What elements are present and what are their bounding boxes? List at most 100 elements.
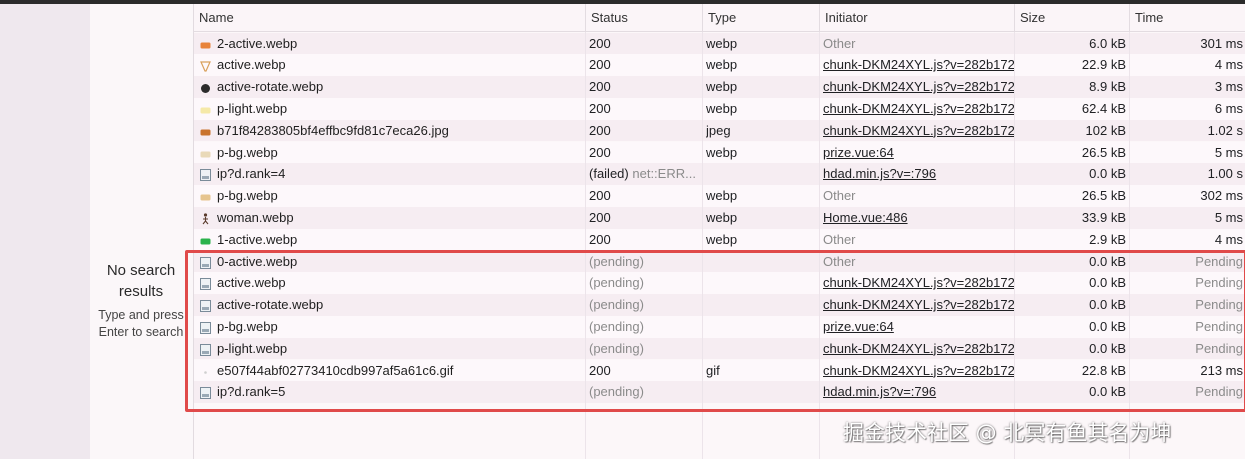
request-size: 62.4 kB xyxy=(1081,100,1126,116)
table-row[interactable]: woman.webp 200 webp Home.vue:486 33.9 kB 5 ms xyxy=(194,206,1245,229)
request-initiator[interactable]: chunk-DKM24XYL.js?v=282b172 xyxy=(823,54,1017,76)
request-time: Pending xyxy=(1195,384,1243,400)
column-header-status[interactable]: Status xyxy=(585,4,702,32)
beige-image-icon xyxy=(200,190,211,201)
request-name[interactable]: p-bg.webp xyxy=(217,316,582,338)
table-row[interactable]: active-rotate.webp (pending) chunk-DKM24XY… xyxy=(194,294,1245,316)
request-name[interactable]: p-bg.webp xyxy=(217,185,582,207)
request-initiator[interactable]: chunk-DKM24XYL.js?v=282b172 xyxy=(823,294,1017,316)
table-row[interactable]: p-light.webp (pending) chunk-DKM24XYL.js?v… xyxy=(194,337,1245,360)
table-row[interactable]: 2-active.webp 200 webp Other 6.0 kB 301 ms xyxy=(194,32,1245,55)
request-size: 2.9 kB xyxy=(1089,231,1126,247)
request-status: (pending) xyxy=(589,384,644,400)
request-type: webp xyxy=(706,209,738,225)
request-name[interactable]: 2-active.webp xyxy=(217,33,582,55)
request-name[interactable]: p-light.webp xyxy=(217,98,582,120)
table-row[interactable]: p-bg.webp 200 webp Other 26.5 kB 302 ms xyxy=(194,185,1245,207)
request-type xyxy=(706,163,816,185)
table-row[interactable]: ip?d.rank=4 (failed) net::ERR... hdad.min.… xyxy=(194,163,1245,186)
table-row[interactable]: 1-active.webp 200 webp Other 2.9 kB 4 ms xyxy=(194,228,1245,251)
document-icon xyxy=(200,168,211,182)
request-status: 200 xyxy=(589,362,611,378)
request-status: 200 xyxy=(589,122,611,138)
column-header-time[interactable]: Time xyxy=(1129,4,1245,32)
request-initiator: Other xyxy=(823,253,856,269)
request-name[interactable]: 0-active.webp xyxy=(217,251,582,273)
light-image-icon xyxy=(200,103,211,114)
search-results-panel: No search results Type and press Enter t… xyxy=(90,4,194,459)
request-name[interactable]: woman.webp xyxy=(217,207,582,229)
request-status: (pending) xyxy=(589,318,644,334)
column-divider xyxy=(702,32,703,459)
photo-image-icon xyxy=(200,125,211,136)
table-row[interactable]: e507f44abf02773410cdb997af5a61c6.gif 200 g… xyxy=(194,359,1245,382)
column-divider xyxy=(1014,32,1015,459)
figure-image-icon xyxy=(200,212,211,225)
request-type: jpeg xyxy=(706,122,731,138)
request-size: 0.0 kB xyxy=(1089,340,1126,356)
request-name[interactable]: ip?d.rank=4 xyxy=(217,163,582,185)
column-header-size[interactable]: Size xyxy=(1014,4,1129,32)
request-size: 0.0 kB xyxy=(1089,275,1126,291)
request-name[interactable]: e507f44abf02773410cdb997af5a61c6.gif xyxy=(217,360,582,382)
table-row[interactable]: p-bg.webp (pending) prize.vue:64 0.0 kB Pend… xyxy=(194,315,1245,338)
request-initiator[interactable]: prize.vue:64 xyxy=(823,316,1017,338)
request-status-code: (failed) xyxy=(589,166,629,182)
request-name[interactable]: active-rotate.webp xyxy=(217,76,582,98)
request-initiator[interactable]: chunk-DKM24XYL.js?v=282b172 xyxy=(823,120,1017,142)
table-row[interactable]: b71f84283805bf4effbc9fd81c7eca26.jpg 200 j… xyxy=(194,119,1245,142)
request-initiator[interactable]: chunk-DKM24XYL.js?v=282b172 xyxy=(823,98,1017,120)
request-initiator[interactable]: chunk-DKM24XYL.js?v=282b172 xyxy=(823,272,1017,294)
request-size: 0.0 kB xyxy=(1089,253,1126,269)
request-status: 200 xyxy=(589,209,611,225)
request-time: 3 ms xyxy=(1214,79,1243,95)
request-initiator: Other xyxy=(823,231,856,247)
request-initiator: Other xyxy=(823,35,856,51)
column-header-type[interactable]: Type xyxy=(702,4,819,32)
request-type xyxy=(706,294,816,316)
request-status: (pending) xyxy=(589,340,644,356)
request-time: 4 ms xyxy=(1214,231,1243,247)
request-size: 0.0 kB xyxy=(1089,297,1126,313)
request-initiator[interactable]: hdad.min.js?v=:796 xyxy=(823,163,1017,185)
request-name[interactable]: p-bg.webp xyxy=(217,142,582,164)
request-type: webp xyxy=(706,188,738,204)
no-search-results-title: No search results xyxy=(106,262,176,300)
request-name[interactable]: 1-active.webp xyxy=(217,229,582,251)
column-header-initiator[interactable]: Initiator xyxy=(819,4,1014,32)
table-row[interactable]: p-light.webp 200 webp chunk-DKM24XYL.js?v=2… xyxy=(194,97,1245,120)
request-status: 200 xyxy=(589,188,611,204)
request-initiator[interactable]: hdad.min.js?v=:796 xyxy=(823,381,1017,403)
table-row[interactable]: 0-active.webp (pending) Other 0.0 kB Pending xyxy=(194,250,1245,273)
request-initiator[interactable]: Home.vue:486 xyxy=(823,207,1017,229)
beige-image-icon xyxy=(200,147,211,158)
green-image-icon xyxy=(200,234,211,245)
table-row[interactable]: ip?d.rank=5 (pending) hdad.min.js?v=:796 0.… xyxy=(194,381,1245,404)
column-header-name[interactable]: Name xyxy=(194,4,586,32)
request-initiator[interactable]: chunk-DKM24XYL.js?v=282b172 xyxy=(823,338,1017,360)
table-row[interactable]: p-bg.webp 200 webp prize.vue:64 26.5 kB 5 ms xyxy=(194,141,1245,164)
request-name[interactable]: ip?d.rank=5 xyxy=(217,381,582,403)
request-name[interactable]: active-rotate.webp xyxy=(217,294,582,316)
request-type: gif xyxy=(706,362,720,378)
request-initiator[interactable]: prize.vue:64 xyxy=(823,142,1017,164)
request-time: 213 ms xyxy=(1200,362,1243,378)
request-status: 200 xyxy=(589,57,611,73)
request-status: 200 xyxy=(589,144,611,160)
table-row[interactable]: active.webp (pending) chunk-DKM24XYL.js?v=… xyxy=(194,272,1245,295)
request-name[interactable]: b71f84283805bf4effbc9fd81c7eca26.jpg xyxy=(217,120,582,142)
document-icon xyxy=(200,321,211,334)
request-time: Pending xyxy=(1195,297,1243,313)
request-name[interactable]: active.webp xyxy=(217,54,582,76)
request-size: 26.5 kB xyxy=(1081,188,1126,204)
request-name[interactable]: active.webp xyxy=(217,272,582,294)
request-type: webp xyxy=(706,35,738,51)
left-sidebar-strip xyxy=(0,4,90,459)
request-size: 0.0 kB xyxy=(1089,166,1126,182)
request-time: 302 ms xyxy=(1200,188,1243,204)
request-initiator[interactable]: chunk-DKM24XYL.js?v=282b172 xyxy=(823,76,1017,98)
request-initiator[interactable]: chunk-DKM24XYL.js?v=282b172 xyxy=(823,360,1017,382)
table-row[interactable]: active.webp 200 webp chunk-DKM24XYL.js?v=28… xyxy=(194,54,1245,77)
table-row[interactable]: active-rotate.webp 200 webp chunk-DKM24XYL.… xyxy=(194,76,1245,98)
request-name[interactable]: p-light.webp xyxy=(217,338,582,360)
